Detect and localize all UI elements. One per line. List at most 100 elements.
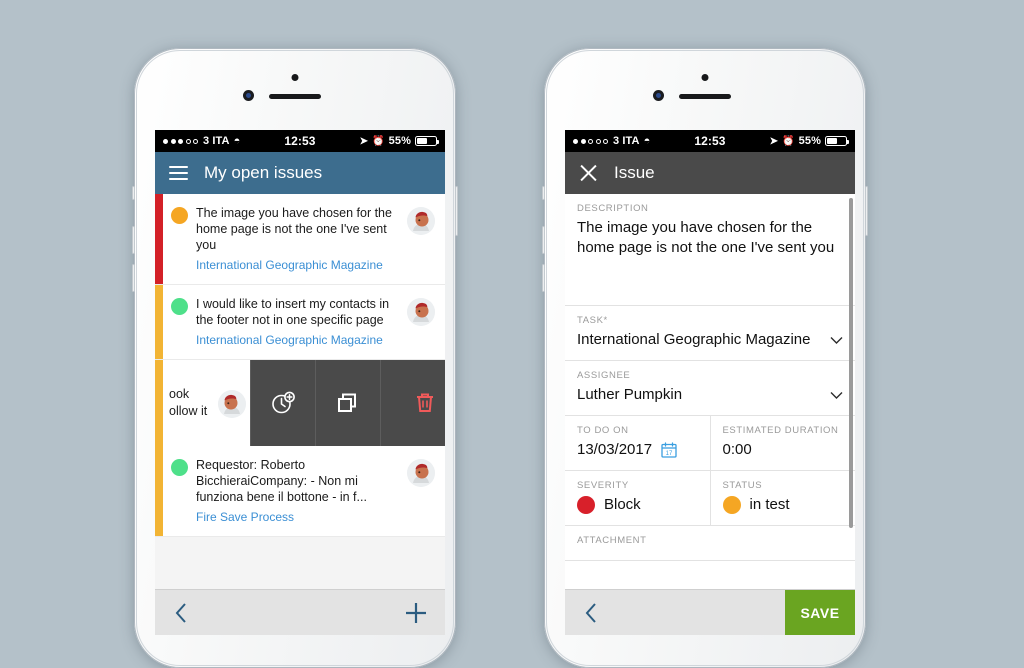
add-issue-button[interactable] bbox=[403, 600, 429, 626]
status-dot bbox=[171, 459, 188, 476]
assignee-field[interactable]: ASSIGNEE Luther Pumpkin bbox=[565, 361, 855, 416]
phone-device-left: 3 ITA ◓ 12:53 ➤ ⏰ 55% My open issues The… bbox=[132, 48, 458, 668]
status-color-dot bbox=[722, 496, 741, 514]
location-arrow-icon: ➤ bbox=[769, 135, 779, 147]
issue-title: Requestor: Roberto BicchieraiCompany: - … bbox=[196, 458, 367, 504]
description-field[interactable]: DESCRIPTION The image you have chosen fo… bbox=[565, 194, 855, 306]
volume-down-button[interactable] bbox=[132, 264, 135, 292]
swiped-row-content[interactable]: ook ollow it bbox=[155, 360, 250, 446]
issue-title: The image you have chosen for the home p… bbox=[196, 206, 392, 252]
severity-field[interactable]: SEVERITY Block bbox=[565, 471, 710, 525]
app-header-left: My open issues bbox=[155, 152, 445, 194]
phone-device-right: 3 ITA ◓ 12:53 ➤ ⏰ 55% Issue DESCRIPTION … bbox=[542, 48, 868, 668]
estimated-duration-field[interactable]: ESTIMATED DURATION 0:00 bbox=[709, 416, 856, 470]
list-item-swiped[interactable]: ook ollow it bbox=[155, 360, 445, 446]
save-button[interactable]: SAVE bbox=[785, 590, 855, 635]
battery-icon bbox=[415, 136, 439, 146]
back-button[interactable] bbox=[171, 600, 191, 626]
severity-value: Block bbox=[604, 496, 641, 513]
silent-switch[interactable] bbox=[542, 186, 545, 200]
priority-stripe bbox=[155, 194, 163, 284]
status-label: STATUS bbox=[722, 480, 763, 491]
issue-project-link[interactable]: Fire Save Process bbox=[196, 509, 399, 525]
wifi-icon: ◓ bbox=[643, 135, 651, 147]
status-bar-time: 12:53 bbox=[284, 134, 316, 148]
swipe-action-bar bbox=[250, 360, 445, 446]
severity-color-dot bbox=[577, 496, 595, 514]
task-label: TASK* bbox=[577, 315, 608, 326]
chevron-down-icon[interactable] bbox=[830, 334, 843, 347]
alarm-clock-icon: ⏰ bbox=[372, 135, 385, 147]
duplicate-action[interactable] bbox=[315, 360, 380, 446]
close-x-icon[interactable] bbox=[579, 164, 598, 183]
svg-text:17: 17 bbox=[666, 451, 673, 457]
volume-up-button[interactable] bbox=[132, 226, 135, 254]
issue-list[interactable]: The image you have chosen for the home p… bbox=[155, 194, 445, 589]
battery-percent-label: 55% bbox=[798, 135, 821, 147]
task-field[interactable]: TASK* International Geographic Magazine bbox=[565, 306, 855, 361]
proximity-sensor-icon bbox=[701, 74, 709, 81]
back-button[interactable] bbox=[581, 600, 601, 626]
copy-icon bbox=[338, 393, 356, 412]
assignee-label: ASSIGNEE bbox=[577, 370, 631, 381]
severity-status-row: SEVERITY Block STATUS in test bbox=[565, 471, 855, 526]
front-camera-icon bbox=[653, 90, 664, 101]
description-label: DESCRIPTION bbox=[577, 203, 649, 214]
status-bar-left: 3 ITA ◓ 12:53 ➤ ⏰ 55% bbox=[155, 130, 445, 152]
carrier-label: 3 ITA bbox=[613, 135, 640, 147]
avatar bbox=[218, 390, 246, 418]
page-title: Issue bbox=[614, 163, 655, 182]
plus-icon bbox=[406, 602, 426, 623]
estimated-duration-value: 0:00 bbox=[722, 441, 752, 458]
list-item[interactable]: Requestor: Roberto BicchieraiCompany: - … bbox=[155, 446, 445, 537]
priority-stripe bbox=[155, 446, 163, 536]
avatar bbox=[407, 298, 435, 326]
calendar-icon[interactable]: 17 bbox=[661, 442, 677, 458]
location-arrow-icon: ➤ bbox=[359, 135, 369, 147]
todo-on-value: 13/03/2017 bbox=[577, 441, 653, 458]
proximity-sensor-icon bbox=[291, 74, 299, 81]
todo-on-field[interactable]: TO DO ON 13/03/2017 17 bbox=[565, 416, 710, 470]
issue-project-link[interactable]: International Geographic Magazine bbox=[196, 332, 399, 348]
task-value: International Geographic Magazine bbox=[577, 331, 811, 348]
bottom-toolbar-right: SAVE bbox=[565, 589, 855, 635]
delete-action[interactable] bbox=[380, 360, 445, 446]
screen-left: 3 ITA ◓ 12:53 ➤ ⏰ 55% My open issues The… bbox=[155, 130, 445, 635]
date-duration-row: TO DO ON 13/03/2017 17 ESTIMATED DURATIO… bbox=[565, 416, 855, 471]
status-bar-right: 3 ITA ◓ 12:53 ➤ ⏰ 55% bbox=[565, 130, 855, 152]
silent-switch[interactable] bbox=[132, 186, 135, 200]
earpiece-speaker bbox=[269, 94, 321, 99]
assignee-value: Luther Pumpkin bbox=[577, 386, 683, 403]
issue-project-link[interactable]: International Geographic Magazine bbox=[196, 257, 399, 273]
wifi-icon: ◓ bbox=[233, 135, 241, 147]
status-bar-time: 12:53 bbox=[694, 134, 726, 148]
power-button[interactable] bbox=[455, 186, 458, 236]
trash-icon bbox=[417, 393, 433, 412]
list-item[interactable]: I would like to insert my contacts in th… bbox=[155, 285, 445, 360]
attachment-field[interactable]: ATTACHMENT bbox=[565, 526, 855, 561]
hamburger-menu-icon[interactable] bbox=[169, 166, 188, 180]
battery-icon bbox=[825, 136, 849, 146]
detail-header: Issue bbox=[565, 152, 855, 194]
signal-strength-icon bbox=[163, 138, 198, 144]
status-value: in test bbox=[749, 496, 790, 513]
page-title: My open issues bbox=[204, 163, 323, 182]
description-value: The image you have chosen for the home p… bbox=[577, 219, 835, 256]
list-item[interactable]: The image you have chosen for the home p… bbox=[155, 194, 445, 285]
form-scrollbar[interactable] bbox=[849, 198, 853, 528]
volume-down-button[interactable] bbox=[542, 264, 545, 292]
swiped-text-line-1: ook bbox=[169, 387, 190, 401]
priority-stripe bbox=[155, 285, 163, 359]
screen-right: 3 ITA ◓ 12:53 ➤ ⏰ 55% Issue DESCRIPTION … bbox=[565, 130, 855, 635]
add-time-action[interactable] bbox=[250, 360, 315, 446]
avatar bbox=[407, 459, 435, 487]
priority-stripe bbox=[155, 360, 163, 446]
earpiece-speaker bbox=[679, 94, 731, 99]
status-dot bbox=[171, 207, 188, 224]
status-field[interactable]: STATUS in test bbox=[709, 471, 856, 525]
volume-up-button[interactable] bbox=[542, 226, 545, 254]
chevron-down-icon[interactable] bbox=[830, 389, 843, 402]
front-camera-icon bbox=[243, 90, 254, 101]
issue-title: I would like to insert my contacts in th… bbox=[196, 297, 390, 327]
power-button[interactable] bbox=[865, 186, 868, 236]
